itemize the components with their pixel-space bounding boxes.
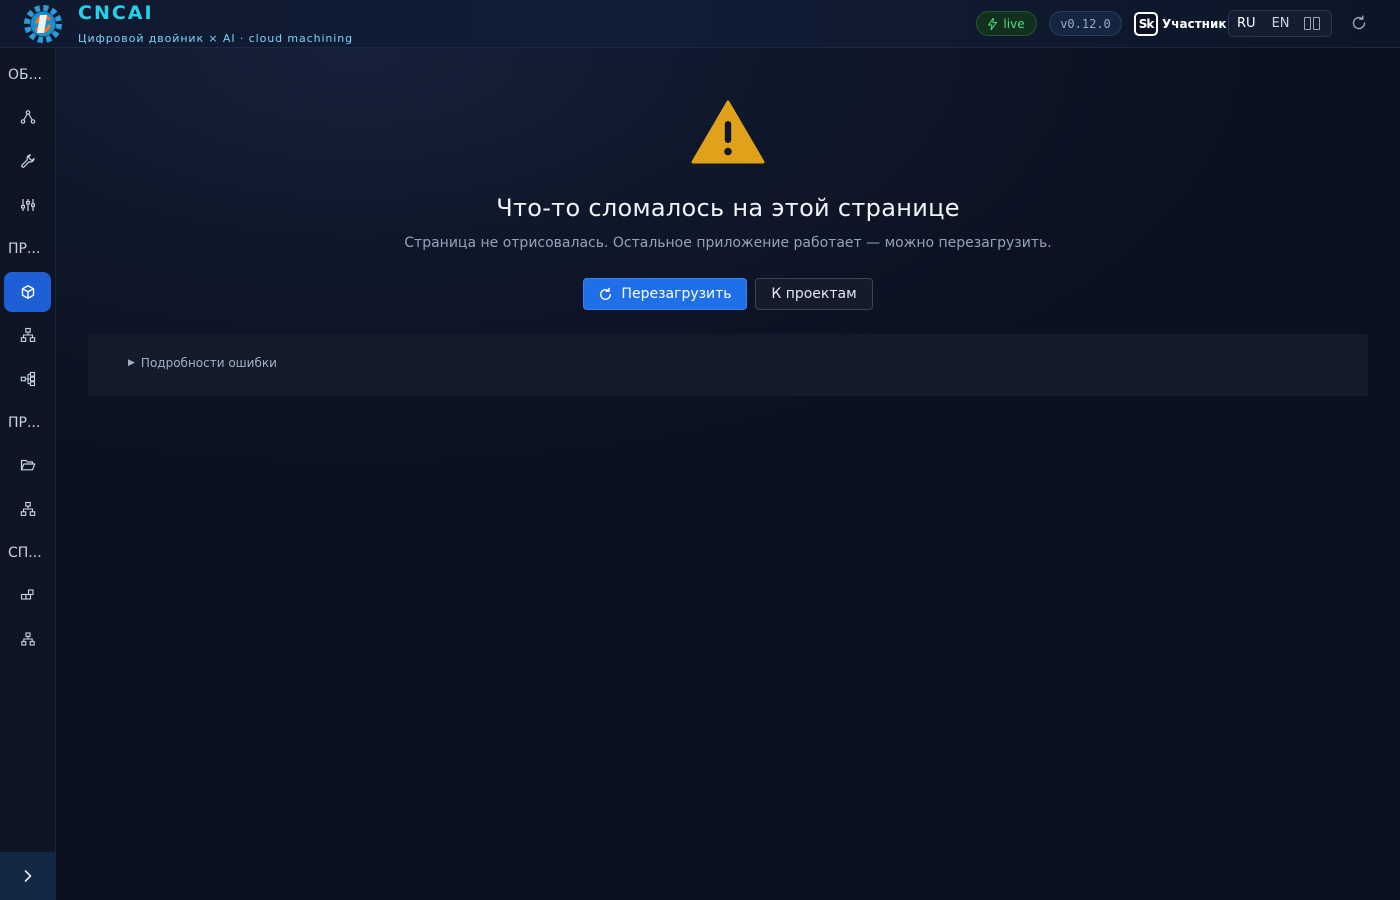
to-projects-button[interactable]: К проектам — [755, 278, 873, 310]
folder-open-icon — [20, 459, 35, 471]
error-subtitle: Страница не отрисовалась. Остальное прил… — [404, 235, 1052, 251]
org-chart-icon — [20, 632, 35, 646]
live-label: live — [1003, 16, 1025, 31]
hierarchy-icon — [20, 501, 35, 516]
language-switcher: RU EN — [1228, 10, 1332, 37]
sidebar-item-structure[interactable] — [4, 315, 51, 355]
theme-toggle-icon[interactable] — [1303, 17, 1320, 30]
lightning-icon — [988, 17, 998, 30]
lang-ru-button[interactable]: RU — [1229, 11, 1264, 36]
hierarchy-icon — [20, 327, 35, 342]
sidebar-item-projects[interactable] — [4, 445, 51, 485]
lang-en-button[interactable]: EN — [1264, 11, 1298, 36]
sidebar-item-settings[interactable] — [4, 185, 51, 225]
reload-label: Перезагрузить — [621, 286, 732, 302]
sidebar-section-label: ПР... — [8, 415, 41, 431]
warning-icon — [691, 100, 765, 164]
top-bar: CNCAI Цифровой двойник × AI · cloud mach… — [0, 0, 1400, 48]
sidebar-item-tools[interactable] — [4, 141, 51, 181]
refresh-icon[interactable] — [1350, 14, 1368, 32]
sidebar-item-model[interactable] — [4, 272, 51, 312]
sidebar-item-org[interactable] — [4, 619, 51, 659]
sliders-icon — [20, 199, 35, 211]
cncai-logo-icon[interactable] — [22, 4, 64, 44]
sidebar-item-assemblies[interactable] — [4, 489, 51, 529]
error-details-label: Подробности ошибки — [140, 356, 277, 370]
live-status-badge: live — [976, 11, 1037, 36]
participant-label: Участник — [1162, 17, 1227, 31]
sidebar-section-label: ОБ... — [8, 67, 42, 83]
error-details-toggle[interactable]: ▶ Подробности ошибки — [128, 356, 277, 370]
main-content: Что-то сломалось на этой странице Страни… — [56, 48, 1400, 900]
chevron-right-icon — [24, 870, 32, 882]
network-icon — [20, 110, 35, 124]
sidebar-item-tree[interactable] — [4, 359, 51, 399]
sidebar-expand-button[interactable] — [0, 852, 56, 900]
sidebar-section-label: СП... — [8, 545, 42, 561]
wrench-icon — [20, 154, 35, 168]
brand-title: CNCAI — [78, 2, 154, 24]
triangle-right-icon: ▶ — [128, 358, 135, 368]
version-badge: v0.12.0 — [1049, 11, 1122, 36]
blocks-icon — [20, 589, 34, 600]
cube-icon — [21, 285, 34, 299]
sidebar-item-catalog[interactable] — [4, 575, 51, 615]
skolkovo-logo: Sk — [1134, 12, 1158, 36]
sidebar: ОБ... ПР... ПР... СП... — [0, 48, 56, 900]
tree-icon — [20, 371, 35, 387]
refresh-icon — [600, 287, 612, 300]
sidebar-section-label: ПР... — [8, 241, 41, 257]
brand-subtitle: Цифровой двойник × AI · cloud machining — [78, 32, 353, 45]
reload-button[interactable]: Перезагрузить — [583, 278, 747, 310]
sidebar-item-graph[interactable] — [4, 97, 51, 137]
error-details-panel: ▶ Подробности ошибки — [88, 334, 1368, 396]
error-title: Что-то сломалось на этой странице — [496, 194, 960, 222]
